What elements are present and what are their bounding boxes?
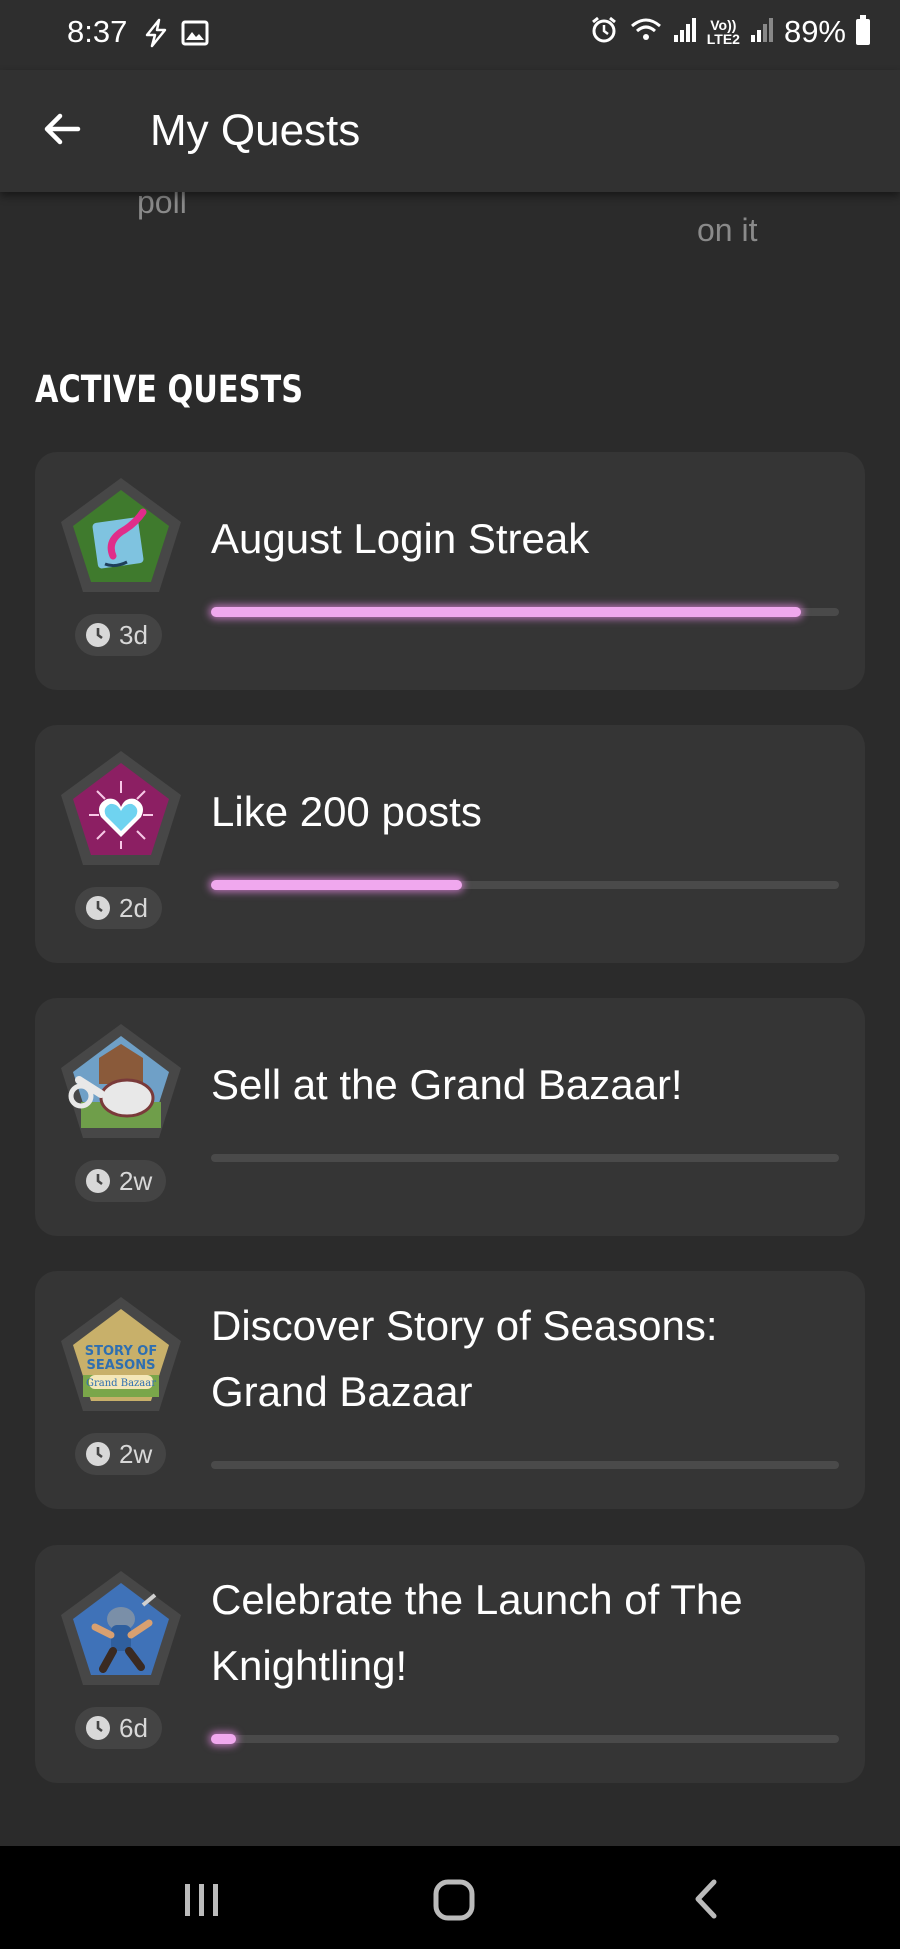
story-of-seasons-badge-icon: STORY OF SEASONS Grand Bazaar [55, 1291, 187, 1423]
recent-apps-icon [185, 1884, 218, 1916]
alarm-icon [589, 15, 619, 50]
badge-text-line-3: Grand Bazaar [86, 1378, 156, 1389]
quest-title: Like 200 posts [211, 788, 482, 835]
back-icon [695, 1879, 717, 1919]
clock-icon [86, 1169, 110, 1193]
status-left-icons [141, 18, 209, 53]
wifi-icon [629, 16, 663, 49]
time-left-pill: 3d [75, 614, 162, 656]
quest-card[interactable]: 2d Like 200 posts [35, 725, 865, 963]
back-arrow-icon [44, 113, 81, 145]
watering-can-badge-icon [55, 1018, 187, 1150]
quest-card[interactable]: 6d Celebrate the Launch of The Knightlin… [35, 1545, 865, 1783]
status-time: 8:37 [67, 14, 128, 49]
home-icon [433, 1879, 475, 1921]
quest-title: Discover Story of Seasons: Grand Bazaar [211, 1302, 718, 1415]
signal-icon [673, 17, 697, 48]
back-button[interactable] [38, 104, 88, 154]
time-left-pill: 6d [75, 1707, 162, 1749]
quest-card[interactable]: 3d August Login Streak [35, 452, 865, 690]
time-left-label: 2d [119, 892, 148, 923]
time-left-pill: 2w [75, 1433, 167, 1475]
progress-fill [211, 880, 463, 890]
section-heading-active-quests: ACTIVE QUESTS [35, 368, 304, 411]
quest-title: August Login Streak [211, 515, 590, 562]
clock-icon [86, 896, 110, 920]
lte-bottom-label: LTE2 [706, 31, 740, 47]
progress-bar [211, 1154, 839, 1162]
status-bar: 8:37 Vo)) LTE2 89% [0, 0, 900, 70]
feather-quill-badge-icon [55, 472, 187, 604]
page-title: My Quests [150, 106, 361, 155]
progress-fill [211, 1734, 237, 1744]
signal-icon [750, 17, 774, 48]
time-left-pill: 2d [75, 887, 162, 929]
quest-card[interactable]: STORY OF SEASONS Grand Bazaar 2w Discove… [35, 1271, 865, 1509]
lte-top-label: Vo)) [710, 17, 737, 33]
quest-card[interactable]: 2w Sell at the Grand Bazaar! [35, 998, 865, 1236]
clock-icon [86, 1442, 110, 1466]
system-back-button[interactable] [676, 1874, 736, 1924]
battery-icon [856, 15, 870, 45]
status-right: Vo)) LTE2 89% [589, 14, 870, 50]
clock-icon [86, 1716, 110, 1740]
peek-text-right: on it [697, 212, 758, 248]
heart-badge-icon [55, 745, 187, 877]
clock-icon [86, 623, 110, 647]
app-bar: My Quests [0, 70, 900, 192]
progress-bar [211, 607, 839, 617]
image-icon [181, 20, 209, 51]
badge-text-line-2: SEASONS [87, 1358, 156, 1373]
quest-title: Celebrate the Launch of The Knightling! [211, 1576, 743, 1689]
time-left-label: 3d [119, 619, 148, 650]
system-nav-bar [0, 1846, 900, 1949]
progress-bar [211, 880, 839, 890]
time-left-pill: 2w [75, 1160, 167, 1202]
recent-apps-button[interactable] [172, 1874, 232, 1924]
flash-icon [141, 18, 171, 53]
quest-title: Sell at the Grand Bazaar! [211, 1061, 683, 1108]
progress-bar [211, 1461, 839, 1469]
knight-badge-icon [55, 1565, 187, 1697]
lte-indicator: Vo)) LTE2 [707, 18, 740, 46]
home-button[interactable] [424, 1874, 484, 1924]
time-left-label: 2w [119, 1165, 153, 1196]
time-left-label: 2w [119, 1438, 153, 1469]
progress-bar [211, 1734, 839, 1744]
progress-fill [211, 607, 802, 617]
badge-text-line-1: STORY OF [85, 1344, 157, 1359]
battery-percent: 89% [783, 14, 846, 49]
time-left-label: 6d [119, 1712, 148, 1743]
